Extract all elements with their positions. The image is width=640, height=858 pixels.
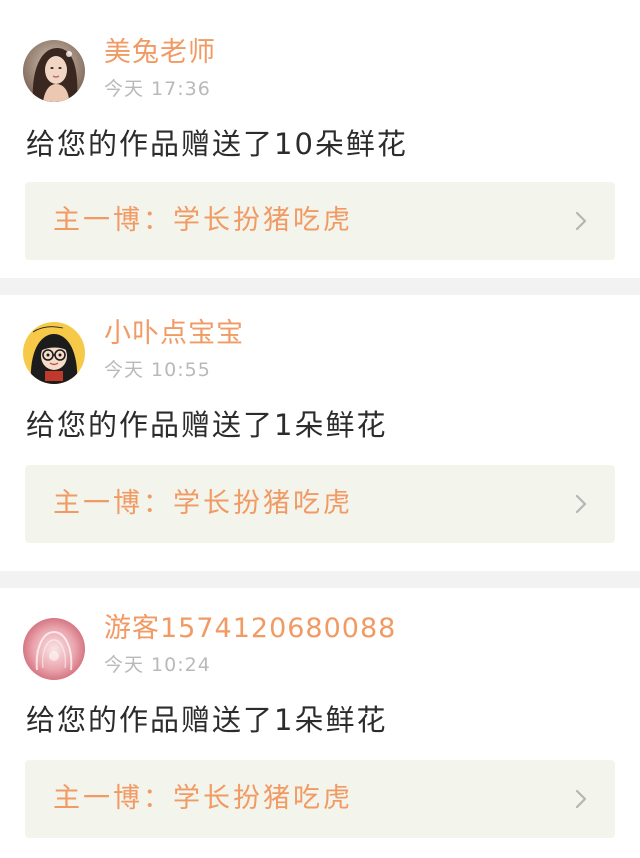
notification-card: 游客1574120680088 今天 10:24 给您的作品赠送了1朵鲜花 主一… bbox=[0, 588, 640, 858]
gift-notification-list: 美兔老师 今天 17:36 给您的作品赠送了10朵鲜花 主一博：学长扮猪吃虎 小… bbox=[0, 0, 640, 858]
gift-message: 给您的作品赠送了1朵鲜花 bbox=[26, 408, 388, 442]
timestamp: 今天 17:36 bbox=[104, 78, 211, 100]
gift-message: 给您的作品赠送了1朵鲜花 bbox=[26, 703, 388, 737]
sender-username[interactable]: 小卟点宝宝 bbox=[104, 317, 244, 351]
user-photo-avatar-icon bbox=[23, 40, 85, 102]
chevron-right-icon bbox=[575, 211, 587, 231]
work-title: 主一博：学长扮猪吃虎 bbox=[53, 205, 353, 236]
timestamp: 今天 10:24 bbox=[104, 654, 211, 676]
timestamp: 今天 10:55 bbox=[104, 359, 211, 381]
sender-username[interactable]: 游客1574120680088 bbox=[104, 612, 396, 646]
chevron-right-icon bbox=[575, 494, 587, 514]
cartoon-girl-avatar-icon bbox=[23, 322, 85, 384]
user-avatar[interactable] bbox=[23, 618, 85, 680]
notification-card: 美兔老师 今天 17:36 给您的作品赠送了10朵鲜花 主一博：学长扮猪吃虎 bbox=[0, 0, 640, 278]
work-link[interactable]: 主一博：学长扮猪吃虎 bbox=[25, 182, 615, 260]
user-avatar[interactable] bbox=[23, 40, 85, 102]
work-link[interactable]: 主一博：学长扮猪吃虎 bbox=[25, 760, 615, 838]
chevron-right-icon bbox=[575, 789, 587, 809]
user-avatar[interactable] bbox=[23, 322, 85, 384]
work-title: 主一博：学长扮猪吃虎 bbox=[53, 783, 353, 814]
sender-username[interactable]: 美兔老师 bbox=[104, 36, 216, 70]
gift-message: 给您的作品赠送了10朵鲜花 bbox=[26, 127, 408, 161]
notification-card: 小卟点宝宝 今天 10:55 给您的作品赠送了1朵鲜花 主一博：学长扮猪吃虎 bbox=[0, 295, 640, 571]
pink-blur-avatar-icon bbox=[23, 618, 85, 680]
work-title: 主一博：学长扮猪吃虎 bbox=[53, 488, 353, 519]
work-link[interactable]: 主一博：学长扮猪吃虎 bbox=[25, 465, 615, 543]
